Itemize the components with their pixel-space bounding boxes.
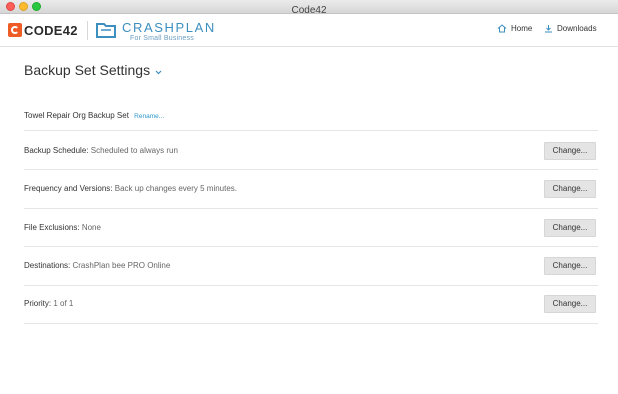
setting-label: Priority: 1 of 1 [24, 299, 73, 308]
setting-label: File Exclusions: None [24, 223, 101, 232]
setting-row-backup-schedule: Backup Schedule: Scheduled to always run… [24, 131, 598, 170]
nav-home-link[interactable]: Home [497, 24, 532, 33]
change-frequency-button[interactable]: Change... [544, 180, 596, 198]
crashplan-subtitle: For Small Business [130, 35, 194, 42]
header-divider [87, 21, 88, 40]
window-titlebar: Code42 [0, 0, 618, 16]
nav-downloads-label: Downloads [557, 24, 597, 33]
change-backup-schedule-button[interactable]: Change... [544, 142, 596, 160]
setting-value: Back up changes every 5 minutes. [114, 184, 238, 193]
chevron-down-icon[interactable] [155, 70, 162, 75]
setting-label: Destinations: CrashPlan bee PRO Online [24, 261, 170, 270]
minimize-window-button[interactable] [19, 2, 28, 11]
setting-row-destinations: Destinations: CrashPlan bee PRO Online C… [24, 247, 598, 286]
backup-set-row: Towel Repair Org Backup Set Rename... [24, 104, 598, 131]
setting-row-frequency-versions: Frequency and Versions: Back up changes … [24, 170, 598, 209]
setting-row-file-exclusions: File Exclusions: None Change... [24, 209, 598, 247]
setting-value: 1 of 1 [53, 299, 74, 308]
setting-row-priority: Priority: 1 of 1 Change... [24, 286, 598, 324]
backup-set-label: Towel Repair Org Backup Set Rename... [24, 111, 164, 120]
change-file-exclusions-button[interactable]: Change... [544, 219, 596, 237]
setting-name: Backup Schedule: [24, 146, 89, 155]
setting-name: Destinations: [24, 261, 71, 270]
page-title[interactable]: Backup Set Settings [24, 62, 162, 78]
setting-label: Frequency and Versions: Back up changes … [24, 184, 237, 193]
home-icon [497, 24, 507, 33]
setting-value: None [81, 223, 101, 232]
setting-name: File Exclusions: [24, 223, 80, 232]
setting-name: Frequency and Versions: [24, 184, 113, 193]
change-destinations-button[interactable]: Change... [544, 257, 596, 275]
nav-home-label: Home [511, 24, 533, 33]
crashplan-folder-icon [96, 23, 116, 38]
page-title-text: Backup Set Settings [24, 62, 151, 78]
change-priority-button[interactable]: Change... [544, 295, 596, 313]
zoom-window-button[interactable] [32, 2, 41, 11]
nav-downloads-link[interactable]: Downloads [544, 24, 597, 33]
crashplan-logo-text: CRASHPLAN [122, 20, 216, 35]
rename-link[interactable]: Rename... [134, 113, 164, 120]
code42-logo-text: CODE42 [24, 22, 78, 38]
setting-label: Backup Schedule: Scheduled to always run [24, 146, 178, 155]
setting-value: Scheduled to always run [90, 146, 178, 155]
setting-name: Priority: [24, 299, 52, 308]
code42-logo[interactable]: CODE42 [8, 22, 78, 38]
download-icon [545, 25, 552, 33]
close-window-button[interactable] [6, 2, 15, 11]
setting-value: CrashPlan bee PRO Online [72, 261, 171, 270]
backup-set-name: Towel Repair Org Backup Set [24, 111, 129, 120]
code42-logo-icon [8, 23, 22, 37]
app-header: CODE42 CRASHPLAN For Small Business Home… [0, 14, 618, 47]
